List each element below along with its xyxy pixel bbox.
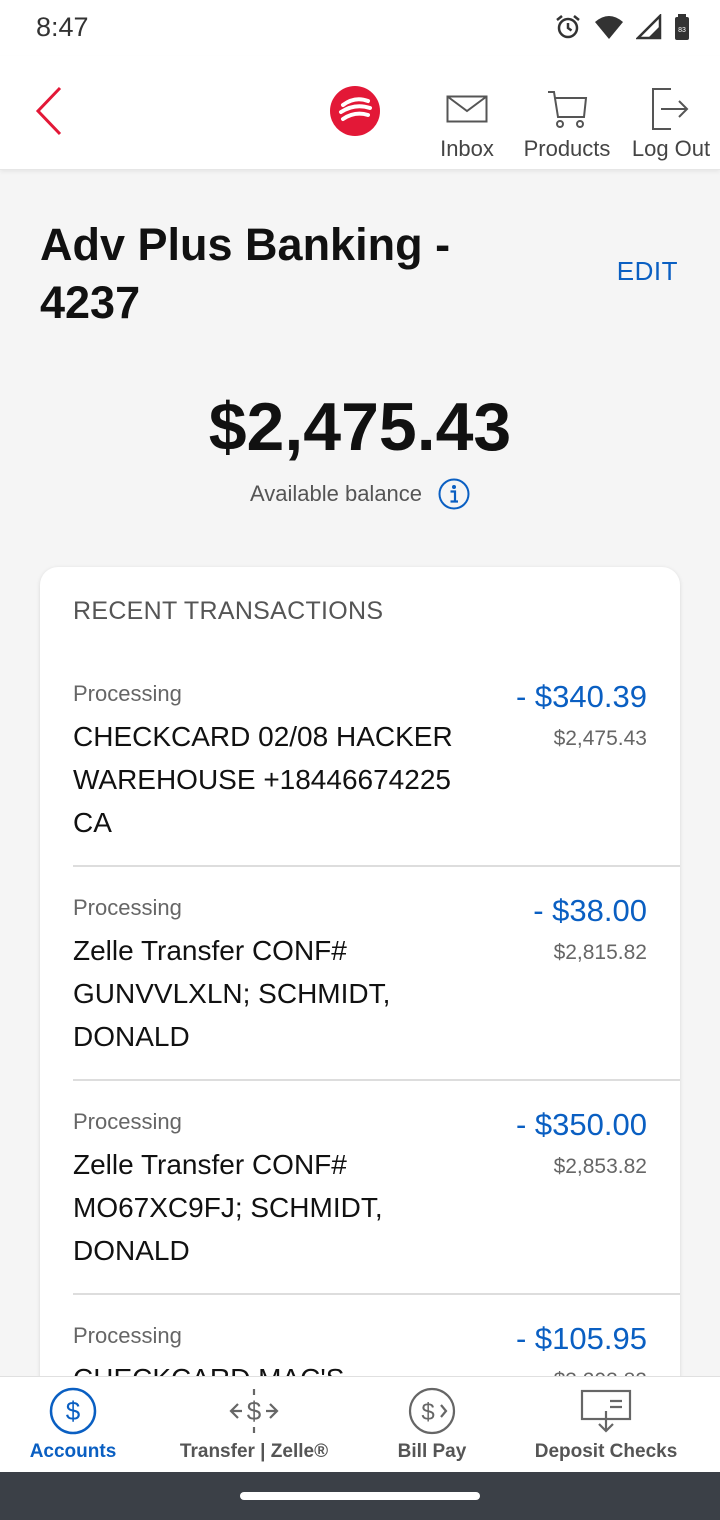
deposit-check-icon xyxy=(580,1389,632,1433)
svg-text:$: $ xyxy=(247,1396,262,1426)
balance-label: Available balance xyxy=(249,481,423,506)
nav-transfer-label: Transfer | Zelle® xyxy=(179,1441,329,1462)
transaction-description: Zelle Transfer CONF# GUNVVLXLN; SCHMIDT,… xyxy=(73,935,391,1052)
back-button[interactable] xyxy=(28,84,72,138)
cart-icon xyxy=(548,91,588,128)
transaction-amount: - $38.00 xyxy=(533,893,647,928)
chevron-left-icon xyxy=(35,86,62,136)
available-balance: $2,475.43 xyxy=(208,389,512,465)
nav-accounts[interactable]: $ Accounts xyxy=(20,1387,126,1463)
transaction-description: CHECKCARD 02/08 HACKER WAREHOUSE +184466… xyxy=(73,721,453,838)
nav-deposit-label: Deposit Checks xyxy=(534,1441,678,1462)
transaction-running-balance: $2,475.43 xyxy=(553,727,647,750)
transaction-amount: - $340.39 xyxy=(516,679,647,714)
products-button[interactable]: Products xyxy=(516,88,618,162)
nav-deposit-checks[interactable]: Deposit Checks xyxy=(526,1387,686,1463)
products-label: Products xyxy=(523,136,611,161)
nav-transfer-zelle[interactable]: $ Transfer | Zelle® xyxy=(168,1387,340,1463)
home-gesture-pill[interactable] xyxy=(240,1492,480,1500)
logout-icon xyxy=(652,88,689,130)
transaction-description: Zelle Transfer CONF# MO67XC9FJ; SCHMIDT,… xyxy=(73,1149,383,1266)
svg-text:$: $ xyxy=(66,1396,81,1426)
transaction-status: Processing xyxy=(73,895,182,920)
system-nav-bar xyxy=(0,1472,720,1520)
battery-icon: 83 xyxy=(675,14,689,40)
transaction-list: Processing CHECKCARD 02/08 HACKER WAREHO… xyxy=(73,653,680,1427)
transaction-row[interactable]: Processing CHECKCARD 02/08 HACKER WAREHO… xyxy=(73,653,680,867)
app-header: Inbox Products Log Out xyxy=(0,56,720,170)
account-title: Adv Plus Banking - 4237 xyxy=(40,219,451,328)
balance-label-row: Available balance xyxy=(0,478,720,510)
status-bar: 8:47 83 xyxy=(0,0,720,56)
transaction-row[interactable]: Processing Zelle Transfer CONF# MO67XC9F… xyxy=(73,1081,680,1295)
transaction-status: Processing xyxy=(73,681,182,706)
transaction-amount: - $350.00 xyxy=(516,1107,647,1142)
logo-flag-icon xyxy=(339,97,372,121)
bottom-nav: $ Accounts $ Transfer | Zelle® $ Bill Pa… xyxy=(0,1376,720,1472)
transaction-status: Processing xyxy=(73,1109,182,1134)
envelope-icon xyxy=(446,95,488,123)
alarm-icon xyxy=(556,15,580,39)
svg-text:$: $ xyxy=(421,1399,434,1426)
nav-accounts-label: Accounts xyxy=(29,1441,117,1462)
wifi-icon xyxy=(595,16,623,39)
status-icons: 83 xyxy=(554,12,690,42)
nav-bill-pay[interactable]: $ Bill Pay xyxy=(382,1387,482,1463)
recent-transactions-heading: RECENT TRANSACTIONS xyxy=(73,597,384,625)
bill-pay-icon: $ xyxy=(408,1387,456,1435)
transaction-running-balance: $2,815.82 xyxy=(553,941,647,964)
inbox-label: Inbox xyxy=(440,136,494,161)
info-icon[interactable] xyxy=(438,478,470,510)
transaction-status: Processing xyxy=(73,1323,182,1348)
bank-logo xyxy=(330,86,380,136)
transaction-running-balance: $2,853.82 xyxy=(553,1155,647,1178)
recent-transactions-card: RECENT TRANSACTIONS Processing CHECKCARD… xyxy=(40,567,680,1427)
logout-label: Log Out xyxy=(631,136,711,161)
status-time: 8:47 xyxy=(36,12,89,42)
dollar-circle-icon: $ xyxy=(49,1387,97,1435)
inbox-button[interactable]: Inbox xyxy=(432,88,502,162)
transfer-icon: $ xyxy=(229,1389,279,1433)
signal-icon xyxy=(636,14,662,40)
nav-bill-pay-label: Bill Pay xyxy=(397,1441,467,1462)
battery-level: 83 xyxy=(678,27,686,34)
logout-button[interactable]: Log Out xyxy=(626,88,716,162)
transaction-amount: - $105.95 xyxy=(516,1321,647,1356)
transaction-row[interactable]: Processing Zelle Transfer CONF# GUNVVLXL… xyxy=(73,867,680,1081)
edit-button[interactable]: EDIT xyxy=(617,256,678,287)
